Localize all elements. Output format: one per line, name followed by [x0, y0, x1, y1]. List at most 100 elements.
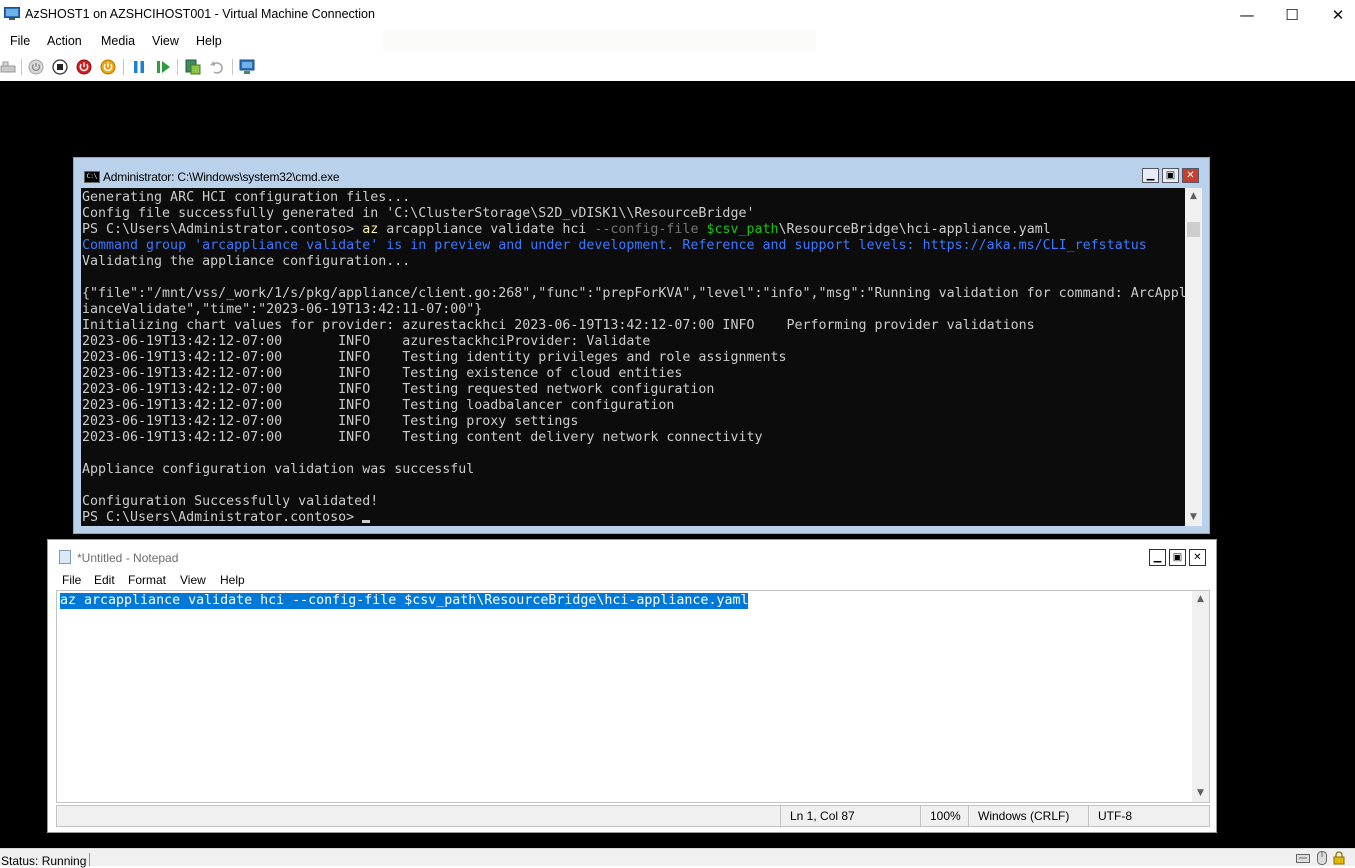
console-text: ianceValidate","time":"2023-06-19T13:42:… [82, 302, 483, 317]
resume-icon[interactable] [155, 59, 171, 75]
notepad-icon [59, 550, 71, 564]
notepad-text-area[interactable]: az arcappliance validate hci --config-fi… [56, 590, 1210, 803]
notepad-menu-format[interactable]: Format [128, 573, 166, 587]
notepad-scrollbar[interactable]: ▲ ▼ [1192, 591, 1209, 802]
console-output: Generating ARC HCI configuration files..… [82, 190, 1190, 526]
console-text: Appliance configuration validation was s… [82, 462, 475, 477]
scroll-down-icon[interactable]: ▼ [1185, 509, 1202, 526]
console-segment: $csv_path [706, 222, 779, 237]
console-segment: az [362, 222, 379, 237]
cmd-minimize-button[interactable]: ▁ [1142, 168, 1159, 183]
console-text: Config file successfully generated in 'C… [82, 206, 755, 221]
notepad-menu-file[interactable]: File [62, 573, 81, 587]
keyboard-icon [1296, 854, 1310, 863]
cmd-close-button[interactable]: ✕ [1182, 168, 1199, 183]
vm-connection-icon [4, 7, 20, 20]
menu-help[interactable]: Help [196, 34, 222, 48]
notepad-minimize-button[interactable]: ▁ [1149, 549, 1166, 566]
console-line: 2023-06-19T13:42:12-07:00 INFO Testing i… [82, 350, 1190, 366]
notepad-maximize-button[interactable]: ▣ [1169, 549, 1186, 566]
toolbar-separator [123, 59, 124, 75]
lock-icon [1333, 851, 1345, 865]
zoom-level: 100% [920, 806, 968, 826]
console-text: 2023-06-19T13:42:12-07:00 INFO Testing c… [82, 430, 763, 445]
toolbar-separator [177, 59, 178, 75]
console-text: {"file":"/mnt/vss/_work/1/s/pkg/applianc… [82, 286, 1187, 301]
maximize-button[interactable]: ☐ [1269, 0, 1315, 30]
console-text: 2023-06-19T13:42:12-07:00 INFO Testing l… [82, 398, 675, 413]
notepad-statusbar: Ln 1, Col 87 100% Windows (CRLF) UTF-8 [56, 805, 1210, 827]
mouse-icon [1317, 851, 1327, 865]
vm-statusbar: Status: Running [0, 848, 1355, 868]
notepad-menu-help[interactable]: Help [220, 573, 245, 587]
notepad-titlebar: *Untitled - Notepad ▁ ▣ ✕ [48, 540, 1216, 571]
notepad-menu-view[interactable]: View [180, 573, 206, 587]
revert-icon[interactable] [209, 59, 225, 75]
encoding: UTF-8 [1088, 806, 1209, 826]
console-line: Generating ARC HCI configuration files..… [82, 190, 1190, 206]
vm-status: Status: Running [1, 854, 87, 868]
console-text: Initializing chart values for provider: … [82, 318, 1035, 333]
console-segment: PS C:\Users\Administrator.contoso> [82, 222, 363, 237]
console-line: Initializing chart values for provider: … [82, 318, 1190, 334]
console-line: 2023-06-19T13:42:12-07:00 INFO Testing l… [82, 398, 1190, 414]
selected-text[interactable]: az arcappliance validate hci --config-fi… [60, 593, 749, 609]
menu-media[interactable]: Media [101, 34, 135, 48]
toolbar-separator [232, 59, 233, 75]
cmd-window-title: Administrator: C:\Windows\system32\cmd.e… [103, 170, 340, 184]
console-segment: Command group 'arcappliance validate' is… [82, 238, 1147, 253]
minimize-button[interactable]: — [1224, 0, 1270, 30]
text-cursor [362, 520, 371, 523]
console-segment: PS C:\Users\Administrator.contoso> [82, 510, 363, 525]
console-text: Validating the appliance configuration..… [82, 254, 411, 269]
console-line: Command group 'arcappliance validate' is… [82, 238, 1190, 254]
cmd-titlebar: C:\ Administrator: C:\Windows\system32\c… [74, 158, 1209, 188]
console-segment: \ResourceBridge\hci-appliance.yaml [778, 222, 1051, 237]
line-ending: Windows (CRLF) [968, 806, 1088, 826]
vm-titlebar: AzSHOST1 on AZSHCIHOST001 - Virtual Mach… [0, 0, 1355, 30]
cmd-console[interactable]: Generating ARC HCI configuration files..… [81, 188, 1202, 526]
console-segment: arcappliance validate hci [378, 222, 595, 237]
enhanced-session-icon[interactable] [239, 59, 255, 75]
scroll-up-icon[interactable]: ▲ [1192, 591, 1209, 608]
console-text: 2023-06-19T13:42:12-07:00 INFO Testing p… [82, 414, 579, 429]
console-line: Configuration Successfully validated! [82, 494, 1190, 510]
console-line: PS C:\Users\Administrator.contoso> [82, 510, 1190, 526]
console-line: 2023-06-19T13:42:12-07:00 INFO Testing r… [82, 382, 1190, 398]
pause-icon[interactable] [131, 59, 147, 75]
checkpoint-icon[interactable] [185, 59, 201, 75]
cmd-maximize-button[interactable]: ▣ [1162, 168, 1179, 183]
console-line: 2023-06-19T13:42:12-07:00 INFO azurestac… [82, 334, 1190, 350]
menu-action[interactable]: Action [47, 34, 82, 48]
turn-off-icon[interactable] [52, 59, 68, 75]
cursor-position: Ln 1, Col 87 [780, 806, 920, 826]
menu-file[interactable]: File [10, 34, 30, 48]
console-line: PS C:\Users\Administrator.contoso> az ar… [82, 222, 1190, 238]
notepad-close-button[interactable]: ✕ [1189, 549, 1206, 566]
console-text: Generating ARC HCI configuration files..… [82, 190, 411, 205]
close-button[interactable]: ✕ [1315, 0, 1355, 30]
menubar-strip [383, 30, 816, 52]
vm-window-title: AzSHOST1 on AZSHCIHOST001 - Virtual Mach… [25, 7, 375, 21]
power-icon[interactable] [100, 59, 116, 75]
notepad-menu-edit[interactable]: Edit [94, 573, 115, 587]
scroll-down-icon[interactable]: ▼ [1192, 785, 1209, 802]
console-line: 2023-06-19T13:42:12-07:00 INFO Testing p… [82, 414, 1190, 430]
cmd-scrollbar[interactable]: ▲ ▼ [1185, 188, 1202, 526]
console-line: 2023-06-19T13:42:12-07:00 INFO Testing e… [82, 366, 1190, 382]
ctrl-alt-del-icon[interactable] [0, 59, 16, 75]
menu-view[interactable]: View [152, 34, 179, 48]
vm-menubar: File Action Media View Help [0, 30, 1355, 53]
console-line: Appliance configuration validation was s… [82, 462, 1190, 478]
scroll-thumb[interactable] [1187, 222, 1200, 237]
console-line: ianceValidate","time":"2023-06-19T13:42:… [82, 302, 1190, 318]
console-text: Configuration Successfully validated! [82, 494, 379, 509]
console-line: Validating the appliance configuration..… [82, 254, 1190, 270]
start-icon[interactable] [28, 59, 44, 75]
console-text: 2023-06-19T13:42:12-07:00 INFO Testing i… [82, 350, 787, 365]
scroll-up-icon[interactable]: ▲ [1185, 188, 1202, 205]
shut-down-icon[interactable] [76, 59, 92, 75]
vm-toolbar [0, 53, 1355, 81]
